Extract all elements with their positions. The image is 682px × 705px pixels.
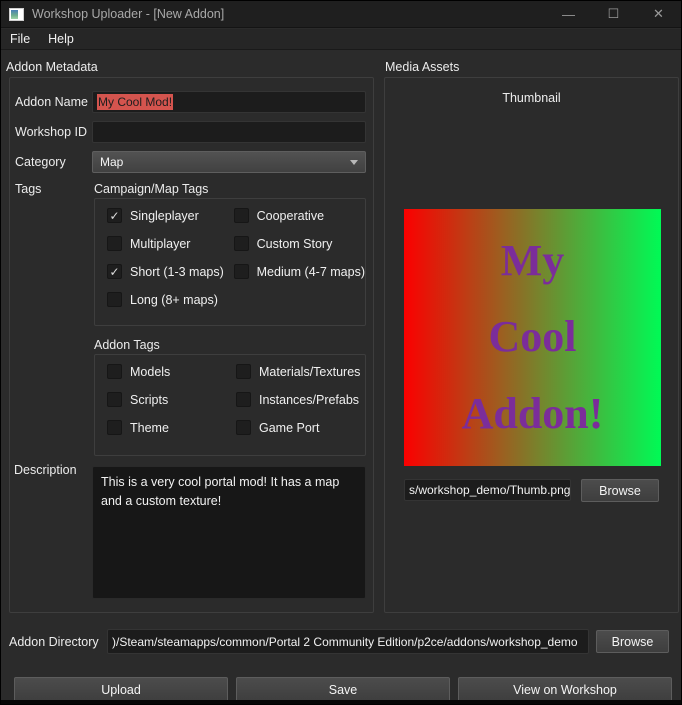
title-bar[interactable]: Workshop Uploader - [New Addon] — ☐ ✕ bbox=[1, 1, 681, 28]
addon-directory-browse-button[interactable]: Browse bbox=[596, 630, 669, 653]
workshop-uploader-window: Workshop Uploader - [New Addon] — ☐ ✕ Fi… bbox=[0, 0, 682, 705]
checkbox[interactable] bbox=[234, 264, 249, 279]
workshop-id-input[interactable] bbox=[92, 121, 366, 143]
chevron-down-icon bbox=[350, 160, 358, 165]
category-label: Category bbox=[15, 155, 66, 169]
checkbox[interactable] bbox=[234, 236, 249, 251]
checkbox[interactable] bbox=[107, 364, 122, 379]
addon-metadata-section-title: Addon Metadata bbox=[6, 60, 98, 74]
tag-option[interactable]: Scripts bbox=[107, 392, 236, 407]
tags-label: Tags bbox=[15, 182, 41, 196]
addon-tags-group: Models Materials/Textures Scripts Instan… bbox=[94, 354, 366, 456]
menu-help[interactable]: Help bbox=[39, 29, 83, 49]
tag-label: Custom Story bbox=[257, 237, 333, 251]
thumbnail-path-value: s/workshop_demo/Thumb.png bbox=[409, 483, 570, 497]
campaign-tags-title: Campaign/Map Tags bbox=[94, 182, 208, 196]
tag-label: Medium (4-7 maps) bbox=[257, 265, 365, 279]
tag-option[interactable]: Medium (4-7 maps) bbox=[234, 264, 365, 279]
tag-label: Instances/Prefabs bbox=[259, 393, 359, 407]
maximize-button[interactable]: ☐ bbox=[591, 1, 636, 27]
checkbox[interactable] bbox=[107, 264, 122, 279]
checkbox[interactable] bbox=[107, 392, 122, 407]
menu-bar: File Help bbox=[1, 29, 681, 50]
tag-label: Long (8+ maps) bbox=[130, 293, 218, 307]
campaign-tags-group: Singleplayer Cooperative Multiplayer Cus… bbox=[94, 198, 366, 326]
minimize-button[interactable]: — bbox=[546, 1, 591, 27]
tag-option[interactable]: Cooperative bbox=[234, 208, 365, 223]
checkbox[interactable] bbox=[236, 420, 251, 435]
checkbox[interactable] bbox=[107, 292, 122, 307]
view-on-workshop-button[interactable]: View on Workshop bbox=[458, 677, 672, 702]
addon-name-label: Addon Name bbox=[15, 95, 88, 109]
tag-option[interactable]: Game Port bbox=[236, 420, 365, 435]
tag-label: Scripts bbox=[130, 393, 168, 407]
addon-directory-value: )/Steam/steamapps/common/Portal 2 Commun… bbox=[112, 635, 578, 649]
description-textarea[interactable]: This is a very cool portal mod! It has a… bbox=[92, 466, 366, 599]
tag-option[interactable]: Long (8+ maps) bbox=[107, 292, 234, 307]
tag-label: Short (1-3 maps) bbox=[130, 265, 224, 279]
tag-option[interactable]: Instances/Prefabs bbox=[236, 392, 365, 407]
checkbox[interactable] bbox=[107, 420, 122, 435]
workshop-id-label: Workshop ID bbox=[15, 125, 87, 139]
addon-directory-input[interactable]: )/Steam/steamapps/common/Portal 2 Commun… bbox=[107, 629, 589, 654]
app-icon bbox=[9, 8, 24, 21]
window-title: Workshop Uploader - [New Addon] bbox=[32, 7, 224, 21]
menu-file[interactable]: File bbox=[1, 29, 39, 49]
checkbox[interactable] bbox=[107, 208, 122, 223]
tag-label: Models bbox=[130, 365, 170, 379]
tag-label: Theme bbox=[130, 421, 169, 435]
category-value: Map bbox=[100, 155, 123, 169]
thumbnail-browse-button[interactable]: Browse bbox=[581, 479, 659, 502]
addon-tags-title: Addon Tags bbox=[94, 338, 160, 352]
tag-option[interactable]: Custom Story bbox=[234, 236, 365, 251]
addon-name-value: My Cool Mod! bbox=[97, 94, 173, 110]
thumbnail-path-input[interactable]: s/workshop_demo/Thumb.png bbox=[404, 479, 571, 501]
checkbox[interactable] bbox=[234, 208, 249, 223]
tag-label: Materials/Textures bbox=[259, 365, 360, 379]
close-button[interactable]: ✕ bbox=[636, 1, 681, 27]
tag-label: Game Port bbox=[259, 421, 319, 435]
media-assets-section-title: Media Assets bbox=[385, 60, 459, 74]
tag-label: Multiplayer bbox=[130, 237, 190, 251]
addon-name-input[interactable]: My Cool Mod! bbox=[92, 91, 366, 113]
window-controls: — ☐ ✕ bbox=[546, 1, 681, 27]
checkbox[interactable] bbox=[236, 392, 251, 407]
thumbnail-text-line: Cool bbox=[489, 315, 577, 359]
thumbnail-text-line: Addon! bbox=[462, 392, 604, 436]
tag-option[interactable]: Singleplayer bbox=[107, 208, 234, 223]
addon-directory-label: Addon Directory bbox=[9, 635, 99, 649]
tag-option[interactable]: Models bbox=[107, 364, 236, 379]
category-dropdown[interactable]: Map bbox=[92, 151, 366, 173]
thumbnail-image: My Cool Addon! bbox=[404, 209, 661, 466]
tag-option[interactable]: Multiplayer bbox=[107, 236, 234, 251]
tag-label: Singleplayer bbox=[130, 209, 199, 223]
checkbox[interactable] bbox=[236, 364, 251, 379]
thumbnail-label: Thumbnail bbox=[384, 91, 679, 105]
checkbox[interactable] bbox=[107, 236, 122, 251]
description-label: Description bbox=[14, 463, 77, 477]
tag-option[interactable]: Theme bbox=[107, 420, 236, 435]
tag-label: Cooperative bbox=[257, 209, 324, 223]
thumbnail-text-line: My bbox=[501, 239, 565, 283]
tag-option[interactable]: Short (1-3 maps) bbox=[107, 264, 234, 279]
upload-button[interactable]: Upload bbox=[14, 677, 228, 702]
save-button[interactable]: Save bbox=[236, 677, 450, 702]
tag-option[interactable]: Materials/Textures bbox=[236, 364, 365, 379]
window-bottom-edge bbox=[1, 700, 681, 704]
